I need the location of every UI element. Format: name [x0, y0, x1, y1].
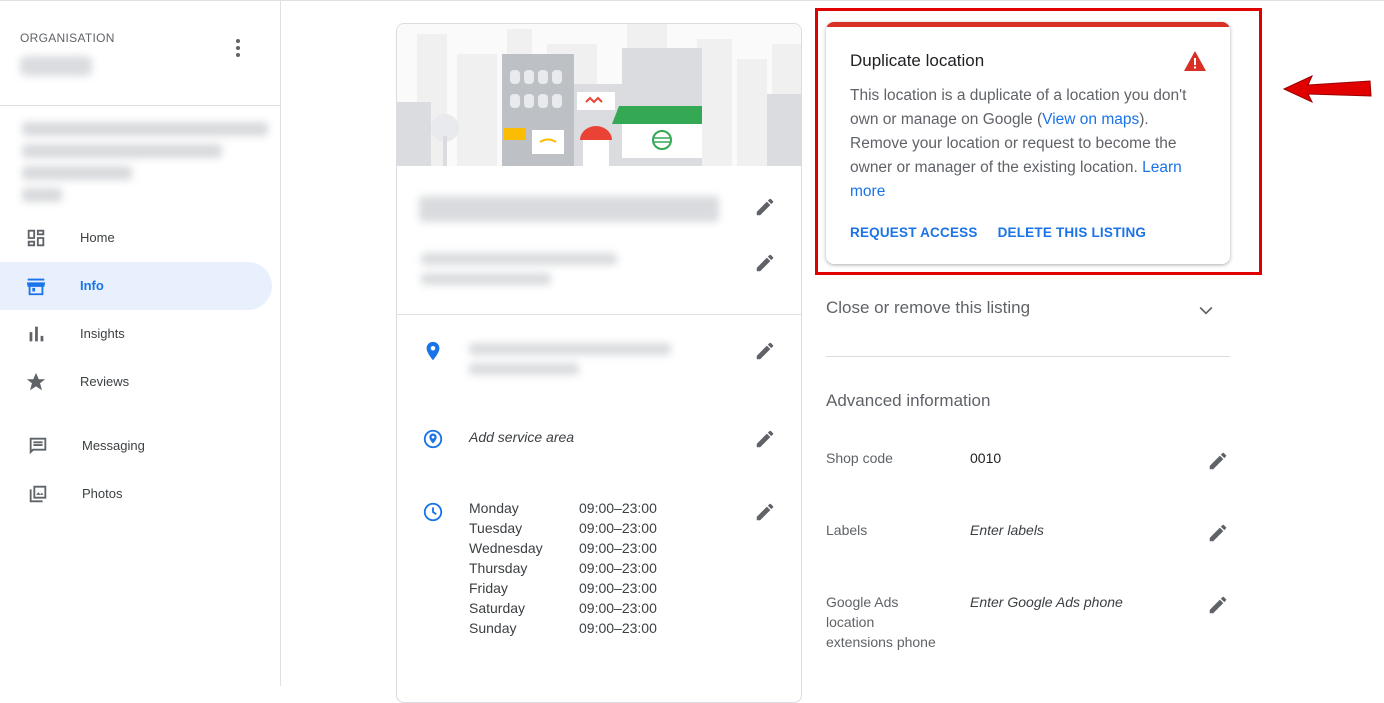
- hours-day: Friday: [469, 580, 508, 596]
- service-area-icon: [423, 429, 443, 449]
- edit-ads-phone-pencil-icon[interactable]: [1207, 594, 1229, 616]
- storefront-illustration: [397, 24, 801, 166]
- edit-category-pencil-icon[interactable]: [754, 252, 776, 274]
- sidebar-item-label: Insights: [80, 326, 125, 341]
- edit-hours-pencil-icon[interactable]: [754, 501, 776, 523]
- business-name-redacted: [419, 196, 719, 222]
- clock-icon: [423, 502, 443, 522]
- labels-field[interactable]: Enter labels: [970, 522, 1044, 538]
- ads-phone-field[interactable]: Enter Google Ads phone: [970, 594, 1123, 610]
- business-info-card: Add service area Monday 09:00–23:00 Tuesd…: [396, 23, 802, 703]
- hours-day: Monday: [469, 500, 519, 516]
- sidebar-item-info[interactable]: Info: [0, 262, 272, 310]
- hours-day: Thursday: [469, 560, 528, 576]
- hours-time: 09:00–23:00: [579, 500, 657, 516]
- sidebar-item-label: Messaging: [82, 438, 145, 453]
- hours-time: 09:00–23:00: [579, 540, 657, 556]
- edit-service-area-pencil-icon[interactable]: [754, 428, 776, 450]
- hours-row: Friday 09:00–23:00: [469, 580, 657, 600]
- edit-name-pencil-icon[interactable]: [754, 196, 776, 218]
- labels-label: Labels: [826, 522, 868, 538]
- hours-row: Saturday 09:00–23:00: [469, 600, 657, 620]
- hours-time: 09:00–23:00: [579, 560, 657, 576]
- sidebar-item-label: Info: [80, 278, 104, 293]
- category-redacted: [421, 253, 617, 265]
- hours-row: Sunday 09:00–23:00: [469, 620, 657, 640]
- shop-code-label: Shop code: [826, 450, 893, 466]
- hours-row: Tuesday 09:00–23:00: [469, 520, 657, 540]
- hours-time: 09:00–23:00: [579, 620, 657, 636]
- star-icon: [26, 372, 46, 391]
- address-redacted: [469, 343, 671, 355]
- hours-row: Thursday 09:00–23:00: [469, 560, 657, 580]
- sidebar-item-label: Home: [80, 230, 115, 245]
- dashboard-icon: [27, 229, 45, 247]
- chat-icon: [29, 437, 47, 455]
- hours-day: Sunday: [469, 620, 517, 636]
- section-divider: [826, 356, 1230, 357]
- bar-chart-icon: [29, 326, 44, 342]
- hours-day: Wednesday: [469, 540, 543, 556]
- business-info-redacted: [22, 122, 268, 202]
- sidebar-item-insights[interactable]: Insights: [0, 310, 272, 358]
- close-remove-listing-toggle[interactable]: Close or remove this listing: [826, 298, 1230, 322]
- card-divider: [397, 314, 801, 315]
- shop-code-value: 0010: [970, 450, 1002, 466]
- close-listing-label: Close or remove this listing: [826, 298, 1031, 317]
- sidebar: ORGANISATION Home Info Insights Reviews …: [0, 0, 281, 686]
- hours-time: 09:00–23:00: [579, 600, 657, 616]
- sidebar-item-photos[interactable]: Photos: [0, 470, 272, 518]
- sidebar-item-label: Reviews: [80, 374, 130, 389]
- more-vert-icon[interactable]: [226, 38, 250, 58]
- sidebar-divider: [0, 105, 280, 106]
- edit-labels-pencil-icon[interactable]: [1207, 522, 1229, 544]
- sidebar-item-messaging[interactable]: Messaging: [0, 422, 272, 470]
- category-redacted: [421, 273, 551, 285]
- hours-day: Tuesday: [469, 520, 523, 536]
- opening-hours-list: Monday 09:00–23:00 Tuesday 09:00–23:00 Wed…: [469, 500, 657, 640]
- hours-row: Monday 09:00–23:00: [469, 500, 657, 520]
- annotation-highlight-box: [815, 8, 1262, 275]
- organisation-name-redacted: [20, 56, 92, 76]
- storefront-icon: [26, 278, 46, 296]
- hours-day: Saturday: [469, 600, 526, 616]
- sidebar-item-home[interactable]: Home: [0, 214, 272, 262]
- advanced-info-title: Advanced information: [826, 391, 991, 410]
- edit-address-pencil-icon[interactable]: [754, 340, 776, 362]
- hours-time: 09:00–23:00: [579, 580, 657, 596]
- chevron-down-icon: [1199, 306, 1213, 315]
- hours-time: 09:00–23:00: [579, 520, 657, 536]
- sidebar-item-label: Photos: [82, 486, 123, 501]
- hours-row: Wednesday 09:00–23:00: [469, 540, 657, 560]
- organisation-label: ORGANISATION: [20, 31, 115, 45]
- photo-library-icon: [29, 485, 47, 503]
- ads-phone-label: Google Ads location extensions phone: [826, 594, 936, 650]
- add-service-area-link[interactable]: Add service area: [469, 429, 574, 445]
- location-pin-icon: [426, 341, 440, 361]
- edit-shop-code-pencil-icon[interactable]: [1207, 450, 1229, 472]
- annotation-arrow-icon: [1282, 74, 1372, 104]
- sidebar-item-reviews[interactable]: Reviews: [0, 358, 272, 406]
- address-redacted: [469, 363, 579, 375]
